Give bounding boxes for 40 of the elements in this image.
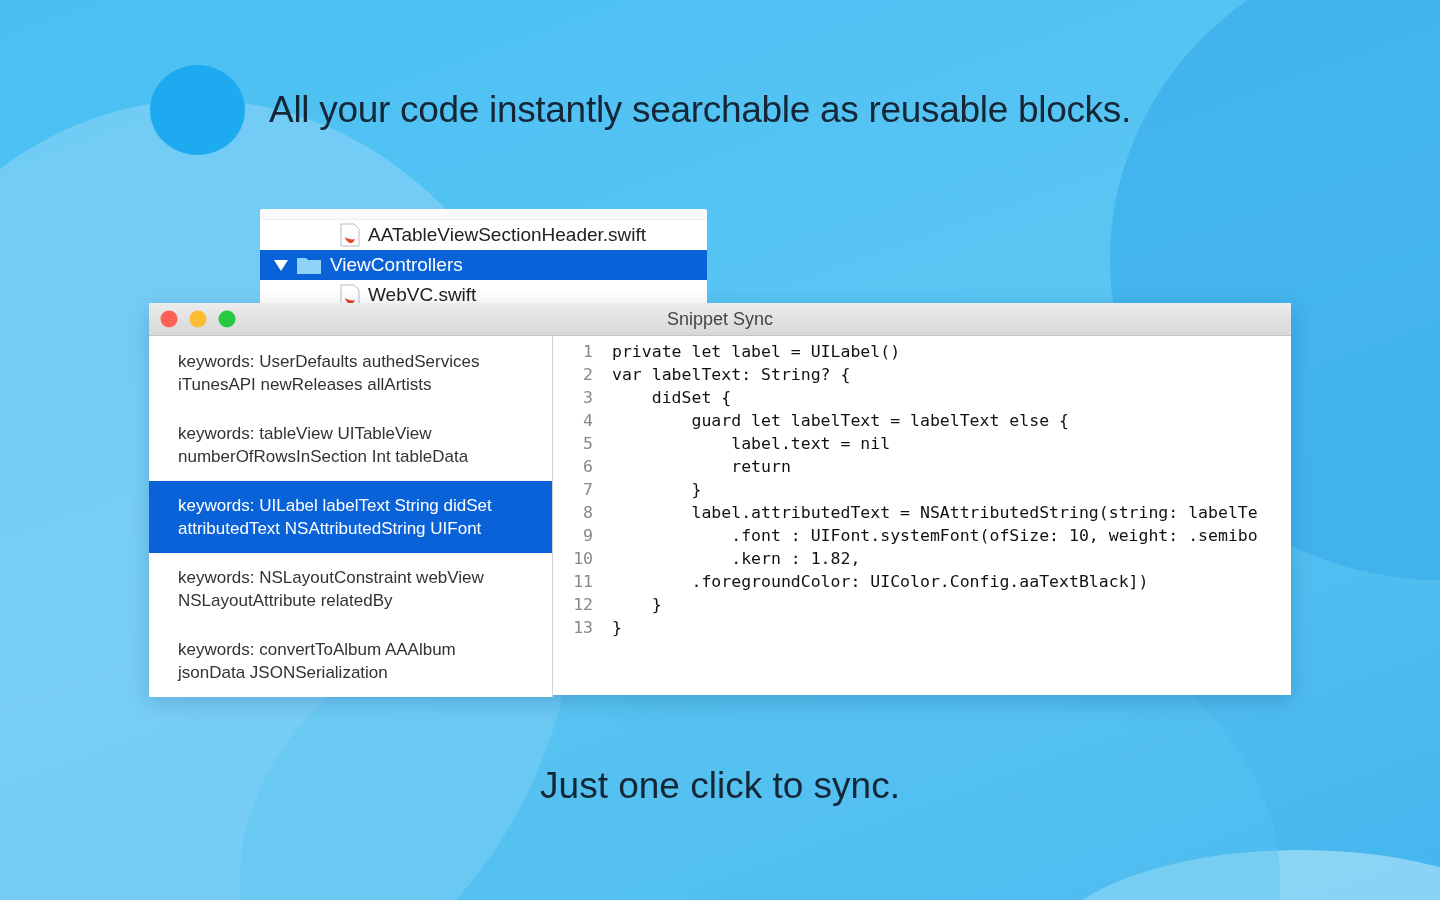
snippet-item[interactable]: keywords: UILabel labelText String didSet attributedText NSAttributedString UIFont — [149, 481, 552, 553]
line-number: 9 — [582, 525, 593, 547]
code-line: .font : UIFont.systemFont(ofSize: 10, weight: .semibo — [730, 525, 1258, 547]
code-line: } — [690, 479, 702, 501]
line-number: 11 — [572, 571, 593, 593]
line-number: 10 — [572, 548, 593, 570]
line-number: 1 — [582, 341, 593, 363]
line-number: 12 — [572, 594, 593, 616]
code-line: } — [650, 594, 662, 616]
headline: All your code instantly searchable as reusable blocks. — [269, 89, 1131, 131]
line-number: 4 — [582, 410, 593, 432]
code-line: .foregroundColor: UIColor.Config.aaTextBlack]) — [690, 571, 1149, 593]
tagline: Just one click to sync. — [539, 765, 901, 807]
snippet-item[interactable]: keywords: convertToAlbum AAAlbum jsonData JSONSerialization — [149, 625, 552, 697]
file-tree-row[interactable]: AATableViewSectionHeader.swift — [260, 220, 707, 250]
disclosure-triangle-icon[interactable] — [274, 258, 288, 272]
file-tree-row[interactable]: WebVC.swift — [260, 280, 707, 303]
window-title: Snippet Sync — [666, 308, 774, 330]
code-line: } — [612, 617, 622, 639]
line-number: 13 — [572, 617, 593, 639]
line-number: 3 — [582, 387, 593, 409]
folder-icon — [296, 255, 322, 275]
line-number: 5 — [582, 433, 593, 455]
minimize-icon[interactable] — [189, 310, 207, 328]
close-icon[interactable] — [160, 310, 178, 328]
line-number: 2 — [582, 364, 593, 386]
zoom-icon[interactable] — [218, 310, 236, 328]
code-line: return — [730, 456, 791, 478]
code-line: didSet { — [650, 387, 732, 409]
swift-file-icon — [340, 223, 360, 247]
code-line: private let label = UILabel() — [612, 341, 901, 363]
code-line: label.text = nil — [730, 433, 891, 455]
file-tree-row[interactable]: ViewControllers — [260, 250, 707, 280]
line-number: 8 — [582, 502, 593, 524]
code-line: .kern : 1.82, — [730, 548, 861, 570]
line-number: 6 — [582, 456, 593, 478]
code-line: guard let labelText = labelText else { — [690, 410, 1069, 432]
line-number: 7 — [582, 479, 593, 501]
code-line: label.attributedText = NSAttributedString(string: labelTe — [690, 502, 1258, 524]
code-line: var labelText: String? { — [612, 364, 851, 386]
